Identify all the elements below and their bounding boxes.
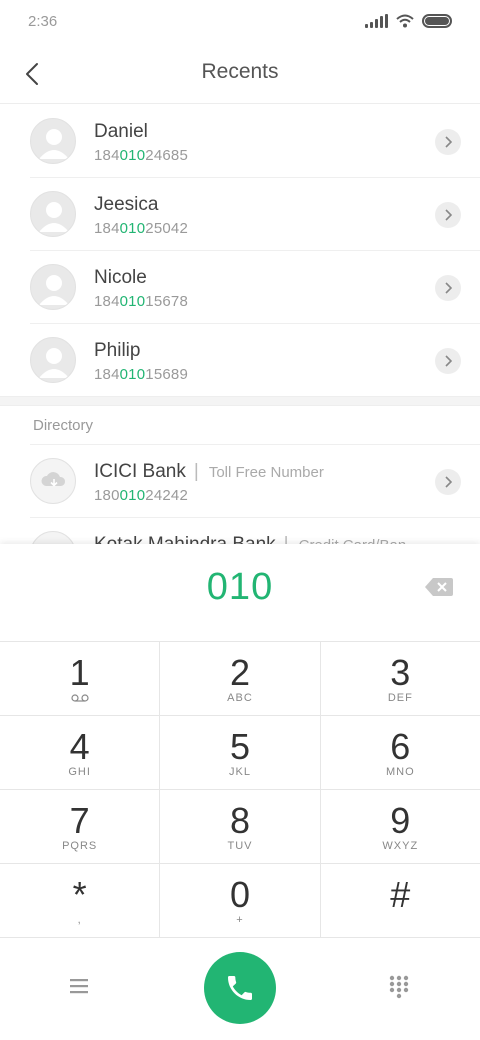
wifi-icon	[396, 14, 414, 28]
recent-contact-row[interactable]: Nicole 18401015678	[30, 251, 480, 324]
dial-display: 010	[0, 544, 480, 642]
key-star[interactable]: * ,	[0, 864, 161, 937]
section-separator	[0, 396, 480, 406]
cloud-icon	[30, 458, 76, 504]
key-9[interactable]: 9 WXYZ	[321, 790, 480, 863]
directory-section-label: Directory	[33, 417, 94, 434]
contact-number: 18401015678	[94, 293, 188, 310]
chevron-right-icon[interactable]	[435, 202, 461, 228]
keypad: 1 2 ABC 3 DEF 4 GHI 5 JKL 6 MNO 7 PQRS 8…	[0, 642, 480, 938]
key-2[interactable]: 2 ABC	[160, 642, 321, 715]
chevron-right-icon[interactable]	[435, 348, 461, 374]
key-hash[interactable]: #	[321, 864, 480, 937]
key-8[interactable]: 8 TUV	[160, 790, 321, 863]
recents-list: Daniel 18401024685 Jeesica 18401025042 N…	[0, 105, 480, 397]
signal-icon	[365, 14, 388, 28]
dialpad-icon	[389, 975, 409, 999]
key-0[interactable]: 0 +	[160, 864, 321, 937]
backspace-icon	[425, 578, 453, 596]
phone-icon	[228, 976, 252, 1000]
call-button[interactable]	[204, 952, 276, 1024]
bottom-action-bar	[0, 938, 480, 1040]
dialed-number: 010	[206, 566, 274, 608]
status-bar: 2:36	[0, 0, 480, 44]
recent-contact-row[interactable]: Philip 18401015689	[30, 324, 480, 397]
contact-number: 18401024685	[94, 147, 188, 164]
menu-icon	[70, 979, 88, 994]
recent-contact-row[interactable]: Daniel 18401024685	[30, 105, 480, 178]
avatar-placeholder-icon	[30, 118, 76, 164]
key-6[interactable]: 6 MNO	[321, 716, 480, 789]
directory-row[interactable]: ICICI Bank | Toll Free Number 18001024242	[30, 445, 480, 518]
battery-icon	[422, 14, 452, 28]
page-title: Recents	[201, 60, 279, 83]
contact-name: Philip	[94, 340, 141, 361]
avatar-placeholder-icon	[30, 264, 76, 310]
menu-button[interactable]	[68, 976, 94, 1000]
directory-name: ICICI Bank | Toll Free Number	[94, 461, 324, 482]
avatar-placeholder-icon	[30, 191, 76, 237]
status-time: 2:36	[28, 13, 58, 30]
chevron-right-icon[interactable]	[435, 129, 461, 155]
key-7[interactable]: 7 PQRS	[0, 790, 161, 863]
contact-number: 18401015689	[94, 366, 188, 383]
key-1[interactable]: 1	[0, 642, 161, 715]
avatar-placeholder-icon	[30, 337, 76, 383]
contact-name: Nicole	[94, 267, 147, 288]
backspace-button[interactable]	[424, 575, 454, 599]
directory-number: 18001024242	[94, 487, 188, 504]
status-icons	[365, 14, 452, 28]
chevron-right-icon[interactable]	[435, 275, 461, 301]
keypad-toggle-button[interactable]	[388, 974, 410, 1000]
dialer-panel: 010 1 2 ABC 3 DEF 4 GHI 5 JKL 6 MNO 7 PQ…	[0, 544, 480, 1040]
contact-number: 18401025042	[94, 220, 188, 237]
key-3[interactable]: 3 DEF	[321, 642, 480, 715]
contact-name: Jeesica	[94, 194, 159, 215]
header: Recents	[0, 44, 480, 104]
key-5[interactable]: 5 JKL	[160, 716, 321, 789]
contact-name: Daniel	[94, 121, 148, 142]
voicemail-icon	[71, 694, 89, 702]
key-4[interactable]: 4 GHI	[0, 716, 161, 789]
chevron-right-icon[interactable]	[435, 469, 461, 495]
recent-contact-row[interactable]: Jeesica 18401025042	[30, 178, 480, 251]
